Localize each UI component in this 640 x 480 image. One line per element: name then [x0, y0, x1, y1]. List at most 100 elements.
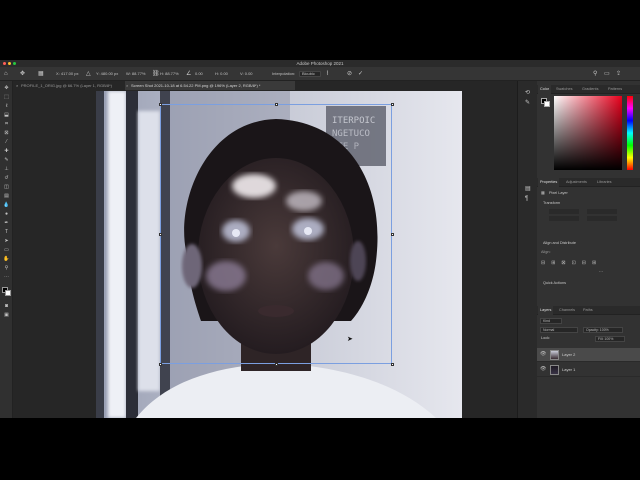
pixel-layer-icon: ▦	[541, 191, 545, 195]
color-picker-field[interactable]	[554, 96, 622, 170]
transform-bounding-box[interactable]	[160, 104, 392, 364]
transform-handle-bottom-right[interactable]	[391, 363, 394, 366]
zoom-tool-icon[interactable]: ⚲	[3, 265, 10, 271]
layer-filter-kind[interactable]: Kind	[540, 318, 562, 324]
more-options-icon[interactable]: ⋯	[599, 270, 603, 275]
more-tools-icon[interactable]: ⋯	[3, 274, 10, 280]
quick-mask-icon[interactable]: ◙	[3, 303, 10, 309]
document-canvas[interactable]: ITERPOIC NGETUCO ТГЕ Р ➤	[96, 91, 462, 418]
lasso-tool-icon[interactable]: ℓ	[3, 103, 10, 109]
background-color-swatch[interactable]	[5, 290, 11, 296]
panel-background-swatch[interactable]	[544, 101, 550, 107]
type-tool-icon[interactable]: T	[3, 229, 10, 235]
warp-mode-icon[interactable]: ⌇	[326, 70, 329, 78]
transform-y-field[interactable]	[587, 216, 617, 221]
vertical-skew-field[interactable]: V: 0.00	[240, 71, 253, 77]
tab-paths[interactable]: Paths	[581, 306, 595, 315]
fill-field[interactable]: Fill: 100%	[595, 336, 625, 342]
align-section-header[interactable]: Align and Distribute	[543, 241, 576, 246]
transform-handle-bottom-left[interactable]	[159, 363, 162, 366]
opacity-field[interactable]: Opacity: 100%	[583, 327, 623, 333]
width-field[interactable]: W: 88.77%	[126, 71, 146, 77]
visibility-eye-icon[interactable]: 👁	[540, 351, 546, 358]
hand-tool-icon[interactable]: ✋	[3, 256, 10, 262]
layer-row-layer-1[interactable]: 👁 Layer 1	[537, 363, 640, 377]
y-position-field[interactable]: Y: 480.00 px	[96, 71, 118, 77]
transform-handle-top-right[interactable]	[391, 103, 394, 106]
link-icon[interactable]: ⛓	[152, 70, 160, 78]
blend-mode-dropdown[interactable]: Normal	[540, 327, 578, 333]
cancel-transform-icon[interactable]: ⊘	[347, 70, 352, 78]
visibility-eye-icon[interactable]: 👁	[540, 366, 546, 373]
align-buttons-row[interactable]: ⊟⊞⊠⊡⊟⊞	[541, 259, 631, 267]
history-brush-tool-icon[interactable]: ↺	[3, 175, 10, 181]
height-field[interactable]: H: 88.77%	[160, 71, 179, 77]
layer-row-layer-2[interactable]: 👁 Layer 2	[537, 348, 640, 362]
tab-channels[interactable]: Channels	[557, 306, 577, 315]
history-panel-icon[interactable]: ⟲	[525, 89, 530, 97]
transform-handle-top-left[interactable]	[159, 103, 162, 106]
tab-color[interactable]: Color	[538, 85, 552, 94]
layer-2-thumbnail	[550, 350, 559, 360]
workspace-icon[interactable]: ▭	[604, 70, 610, 78]
x-position-field[interactable]: X: 417.00 px	[56, 71, 78, 77]
relative-position-icon[interactable]: △	[86, 70, 91, 78]
tab-screen-shot[interactable]: × Screen Shot 2021-10-18 at 6.54.22 PM.p…	[125, 81, 295, 90]
hue-slider[interactable]	[627, 96, 633, 170]
frame-tool-icon[interactable]: ⊠	[3, 130, 10, 136]
crop-tool-icon[interactable]: ⌗	[3, 121, 10, 127]
tab-libraries[interactable]: Libraries	[595, 178, 614, 187]
brush-tool-icon[interactable]: ✎	[3, 157, 10, 163]
transform-width-field[interactable]	[549, 209, 579, 214]
brush-settings-icon[interactable]: ✎	[525, 99, 530, 107]
healing-brush-tool-icon[interactable]: ✚	[3, 148, 10, 154]
interpolation-dropdown[interactable]: Bicubic	[299, 71, 321, 77]
transform-height-field[interactable]	[587, 209, 617, 214]
screen-mode-icon[interactable]: ▣	[3, 312, 10, 318]
pen-tool-icon[interactable]: ✒	[3, 220, 10, 226]
transform-handle-top[interactable]	[275, 103, 278, 106]
tab-swatches[interactable]: Swatches	[554, 85, 574, 94]
paragraph-panel-icon[interactable]: ¶	[525, 195, 528, 203]
tab-layers[interactable]: Layers	[538, 306, 554, 315]
info-panel-icon[interactable]: ▤	[525, 185, 531, 193]
panels-dock: Color Swatches Gradients Patterns Proper…	[537, 81, 640, 418]
transform-handle-left[interactable]	[159, 233, 162, 236]
move-tool-preset-icon[interactable]: ✥	[20, 70, 25, 78]
path-selection-tool-icon[interactable]: ➤	[3, 238, 10, 244]
opacity-value: Opacity: 100%	[586, 328, 609, 332]
tab-profile-orig[interactable]: × PROFILE_1_ORIG.jpg @ 66.7% (Layer 1, R…	[15, 81, 123, 90]
rectangle-tool-icon[interactable]: ▭	[3, 247, 10, 253]
object-select-tool-icon[interactable]: ⬓	[3, 112, 10, 118]
eyedropper-tool-icon[interactable]: ⁄	[3, 139, 10, 145]
move-tool-icon[interactable]: ✥	[3, 85, 10, 91]
tab-patterns[interactable]: Patterns	[606, 85, 624, 94]
blur-tool-icon[interactable]: 💧	[3, 202, 10, 208]
eraser-tool-icon[interactable]: ◫	[3, 184, 10, 190]
close-tab-icon[interactable]: ×	[126, 81, 128, 90]
tab-gradients[interactable]: Gradients	[580, 85, 600, 94]
quick-actions-section-header[interactable]: Quick Actions	[543, 281, 566, 286]
tab-adjustments[interactable]: Adjustments	[564, 178, 589, 187]
blend-mode-value: Normal	[543, 328, 555, 332]
reference-point-icon[interactable]: ▦	[38, 70, 44, 78]
commit-transform-icon[interactable]: ✓	[358, 70, 363, 78]
close-tab-icon[interactable]: ×	[16, 81, 18, 90]
title-bar: Adobe Photoshop 2021	[0, 60, 640, 67]
document-tabs: × PROFILE_1_ORIG.jpg @ 66.7% (Layer 1, R…	[13, 81, 517, 90]
angle-field[interactable]: 0.00	[195, 71, 203, 77]
interpolation-value: Bicubic	[302, 71, 315, 76]
home-icon[interactable]: ⌂	[4, 70, 8, 78]
transform-handle-bottom[interactable]	[275, 363, 278, 366]
tab-properties[interactable]: Properties	[538, 178, 560, 187]
dodge-tool-icon[interactable]: ●	[3, 211, 10, 217]
transform-handle-right[interactable]	[391, 233, 394, 236]
clone-stamp-tool-icon[interactable]: ⊥	[3, 166, 10, 172]
transform-section-header[interactable]: Transform	[543, 201, 560, 206]
gradient-tool-icon[interactable]: ▤	[3, 193, 10, 199]
search-icon[interactable]: ⚲	[593, 70, 597, 78]
marquee-tool-icon[interactable]: ⬚	[3, 94, 10, 100]
horizontal-skew-field[interactable]: H: 0.00	[215, 71, 228, 77]
transform-x-field[interactable]	[549, 216, 579, 221]
share-icon[interactable]: ⇪	[616, 70, 621, 78]
